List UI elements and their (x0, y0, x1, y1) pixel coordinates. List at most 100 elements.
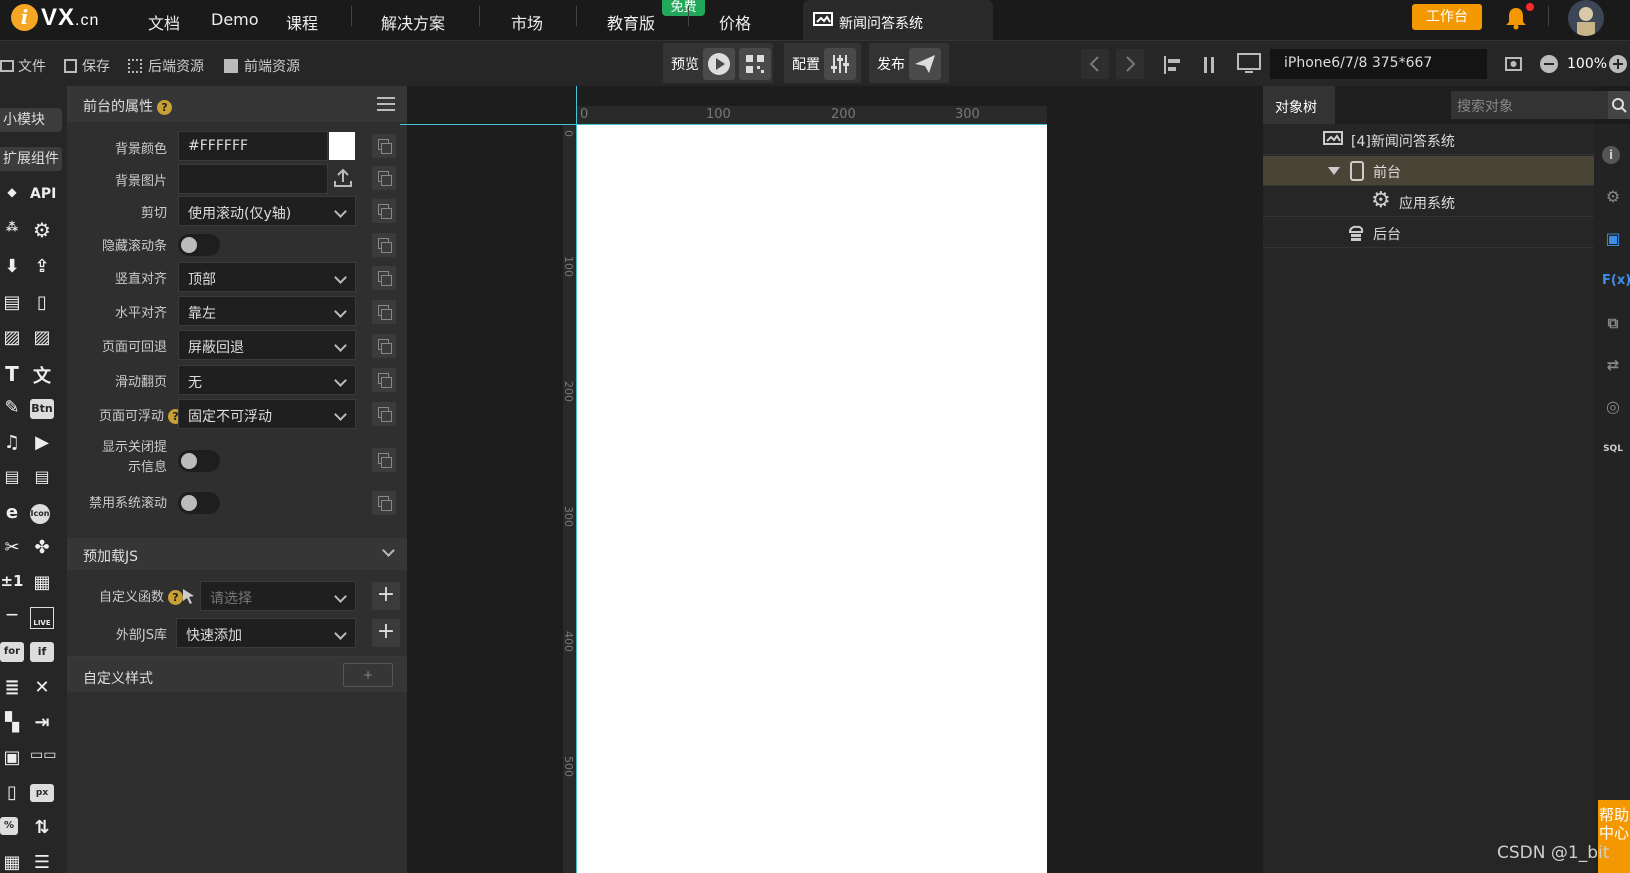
copy-icon[interactable] (372, 199, 396, 223)
device-icon[interactable] (1236, 51, 1264, 77)
layers-icon[interactable]: ◆ (0, 185, 24, 207)
disable-scroll-toggle[interactable] (178, 492, 220, 514)
copy-icon[interactable] (372, 402, 396, 426)
form-icon[interactable]: ▤ (0, 292, 24, 314)
page-back-select[interactable]: 屏蔽回退 (178, 330, 356, 360)
counter-component[interactable]: ±1 (0, 572, 24, 594)
network-icon[interactable]: ⁂ (0, 220, 24, 242)
if-component[interactable]: if (30, 642, 54, 662)
copy-icon[interactable] (372, 266, 396, 290)
bg-color-input[interactable]: #FFFFFF (178, 131, 328, 161)
browser-icon[interactable]: e (0, 502, 24, 524)
gallery-icon[interactable]: ▨ (30, 327, 54, 349)
notification-bell-icon[interactable] (1505, 6, 1527, 30)
live-component[interactable]: LIVE (30, 607, 54, 629)
nav-solutions[interactable]: 解决方案 (381, 10, 445, 34)
for-loop-component[interactable]: for (0, 642, 24, 662)
external-js-select[interactable]: 快速添加 (176, 618, 356, 648)
tree-node-app-system[interactable]: ⚙ 应用系统 (1263, 187, 1594, 217)
bg-image-input[interactable] (178, 164, 328, 194)
music-icon[interactable]: ♫ (0, 432, 24, 454)
sort-icon[interactable]: ⇅ (30, 817, 54, 839)
expand-triangle-icon[interactable] (1328, 167, 1340, 175)
nav-education[interactable]: 教育版 (607, 10, 655, 34)
percent-component[interactable]: % (0, 817, 18, 835)
workbench-button[interactable]: 工作台 (1412, 4, 1482, 30)
pointer-icon[interactable] (181, 587, 197, 605)
tab-object-tree[interactable]: 对象树 (1263, 86, 1335, 124)
menu-icon[interactable] (377, 97, 395, 111)
copy-icon[interactable] (372, 448, 396, 472)
info-icon[interactable]: i (1602, 146, 1620, 164)
icon-component[interactable]: Icon (30, 504, 50, 524)
phone-page[interactable] (577, 125, 1047, 873)
slider-vertical-icon[interactable]: ▯ (0, 782, 24, 804)
tab-small-module[interactable]: 小模块 (0, 108, 62, 132)
shuffle-icon[interactable]: ✕ (30, 677, 54, 699)
preload-js-header[interactable]: 预加载JS (67, 538, 407, 570)
object-search-input[interactable]: 搜索对象 (1451, 91, 1609, 119)
guide-line-horizontal[interactable] (400, 124, 1047, 125)
tag-icon[interactable]: ✂ (0, 537, 24, 559)
hide-scrollbar-toggle[interactable] (178, 234, 220, 256)
add-custom-func-button[interactable]: + (372, 582, 400, 610)
clip-select[interactable]: 使用滚动(仅y轴) (178, 196, 356, 226)
enter-icon[interactable]: ⇥ (30, 712, 54, 734)
nav-pricing[interactable]: 价格 (719, 10, 751, 34)
gear-icon[interactable]: ⚙ (30, 218, 54, 242)
custom-func-select[interactable]: 请选择 (200, 581, 356, 611)
swipe-page-select[interactable]: 无 (178, 365, 356, 395)
publish-button[interactable] (909, 48, 941, 80)
copy-layer-icon[interactable]: ⧉ (1602, 312, 1624, 334)
list-icon[interactable]: ≣ (0, 677, 24, 699)
px-unit-component[interactable]: px (30, 784, 54, 802)
zoom-in-icon[interactable] (1608, 54, 1628, 74)
edit-icon[interactable]: ✎ (0, 397, 24, 419)
nav-market[interactable]: 市场 (511, 10, 543, 34)
image-icon[interactable]: ▨ (0, 327, 24, 349)
puzzle-icon[interactable]: ✤ (30, 537, 54, 559)
card-icon[interactable]: ▚ (0, 712, 24, 734)
zoom-out-icon[interactable] (1539, 54, 1559, 74)
function-icon[interactable]: F(x) (1602, 270, 1630, 292)
qr-component-icon[interactable]: ▦ (30, 572, 54, 594)
frontend-resources-button[interactable]: 前端资源 (224, 56, 300, 76)
logo-icon[interactable]: i (11, 4, 38, 31)
close-tip-toggle[interactable] (178, 450, 220, 472)
add-external-js-button[interactable]: + (372, 619, 400, 647)
rich-text-icon[interactable]: ▤ (0, 467, 24, 489)
translate-icon[interactable]: 文 (30, 362, 54, 387)
upload-file-icon[interactable]: ⇪ (30, 256, 54, 278)
chat-icon[interactable]: ▣ (1602, 228, 1624, 250)
save-button[interactable]: 保存 (64, 56, 110, 76)
divider-icon[interactable]: — (0, 607, 24, 629)
video-icon[interactable]: ▶ (30, 432, 54, 454)
target-icon[interactable]: ◎ (1602, 396, 1624, 418)
document-tab[interactable]: 新闻问答系统 (803, 0, 993, 40)
copy-icon[interactable] (372, 491, 396, 515)
button-component[interactable]: Btn (30, 399, 54, 419)
device-selector[interactable]: iPhone6/7/8 375*667 (1270, 49, 1487, 79)
upload-icon[interactable] (332, 167, 354, 189)
backend-resources-button[interactable]: 后端资源 (128, 56, 204, 76)
horizontal-align-select[interactable]: 靠左 (178, 296, 356, 326)
add-custom-style-button[interactable]: + (343, 663, 393, 687)
sql-icon[interactable]: SQL (1602, 438, 1624, 460)
text-area-icon[interactable]: ▤ (30, 467, 54, 489)
swap-icon[interactable]: ⇄ (1602, 354, 1624, 376)
text-icon[interactable]: T (0, 362, 24, 386)
nav-docs[interactable]: 文档 (148, 10, 180, 34)
copy-icon[interactable] (372, 134, 396, 158)
preview-play-button[interactable] (703, 48, 735, 80)
align-left-icon[interactable] (1162, 53, 1186, 77)
user-avatar[interactable] (1568, 0, 1604, 36)
nav-demo[interactable]: Demo (211, 10, 259, 29)
align-vertical-icon[interactable] (1198, 53, 1222, 77)
tree-node-backend[interactable]: 后台 (1263, 218, 1594, 248)
settings-lock-icon[interactable]: ⚙ (1602, 186, 1624, 208)
dots-icon[interactable]: ▭▭ (30, 747, 56, 769)
tree-node-frontend[interactable]: 前台 (1263, 156, 1594, 186)
file-menu[interactable]: 文件 (0, 56, 46, 76)
download-icon[interactable]: ⬇ (0, 256, 24, 278)
undo-button[interactable] (1081, 49, 1109, 79)
